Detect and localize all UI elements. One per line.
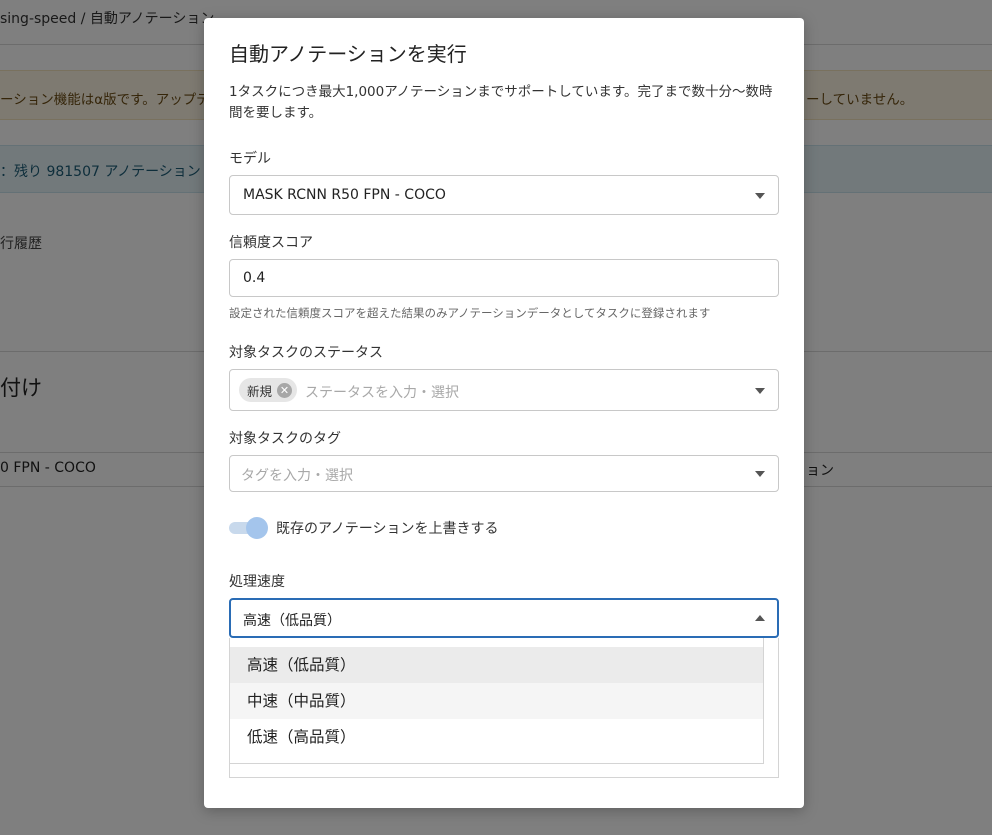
chevron-up-icon [755, 615, 765, 621]
tags-placeholder: タグを入力・選択 [241, 468, 353, 484]
chevron-down-icon [755, 193, 765, 199]
modal-title: 自動アノテーションを実行 [229, 42, 467, 66]
speed-option-fast[interactable]: 高速（低品質） [230, 647, 763, 683]
speed-dropdown: 高速（低品質） 中速（中品質） 低速（高品質） [229, 638, 779, 778]
speed-select[interactable]: 高速（低品質） [229, 598, 779, 638]
chevron-down-icon [755, 471, 765, 477]
overwrite-toggle-label: 既存のアノテーションを上書きする [276, 521, 499, 537]
overwrite-toggle[interactable] [229, 517, 268, 539]
auto-annotation-modal: 自動アノテーションを実行 1タスクにつき最大1,000アノテーションまでサポート… [204, 18, 804, 808]
toggle-knob [246, 517, 268, 539]
model-select[interactable]: MASK RCNN R50 FPN - COCO [229, 175, 779, 215]
tags-label: 対象タスクのタグ [229, 431, 341, 447]
status-select[interactable]: 新規 ✕ ステータスを入力・選択 [229, 369, 779, 411]
status-chip-label: 新規 [247, 383, 273, 399]
speed-select-value: 高速（低品質） [243, 613, 341, 629]
status-label: 対象タスクのステータス [229, 345, 383, 361]
confidence-label: 信頼度スコア [229, 235, 313, 251]
model-label: モデル [229, 151, 271, 167]
confidence-input[interactable]: 0.4 [229, 259, 779, 297]
status-chip: 新規 ✕ [239, 378, 298, 402]
speed-option-slow[interactable]: 低速（高品質） [230, 719, 763, 755]
remove-chip-icon[interactable]: ✕ [277, 382, 293, 398]
modal-description: 1タスクにつき最大1,000アノテーションまでサポートしています。完了まで数十分… [229, 84, 773, 121]
model-select-value: MASK RCNN R50 FPN - COCO [243, 187, 446, 203]
speed-options-list: 高速（低品質） 中速（中品質） 低速（高品質） [230, 638, 764, 764]
speed-option-medium[interactable]: 中速（中品質） [230, 683, 763, 719]
confidence-help-text: 設定された信頼度スコアを超えた結果のみアノテーションデータとしてタスクに登録され… [229, 306, 711, 320]
confidence-input-value: 0.4 [243, 270, 266, 286]
status-placeholder: ステータスを入力・選択 [305, 385, 459, 401]
speed-label: 処理速度 [229, 574, 285, 590]
chevron-down-icon [755, 388, 765, 394]
tags-select[interactable]: タグを入力・選択 [229, 455, 779, 492]
